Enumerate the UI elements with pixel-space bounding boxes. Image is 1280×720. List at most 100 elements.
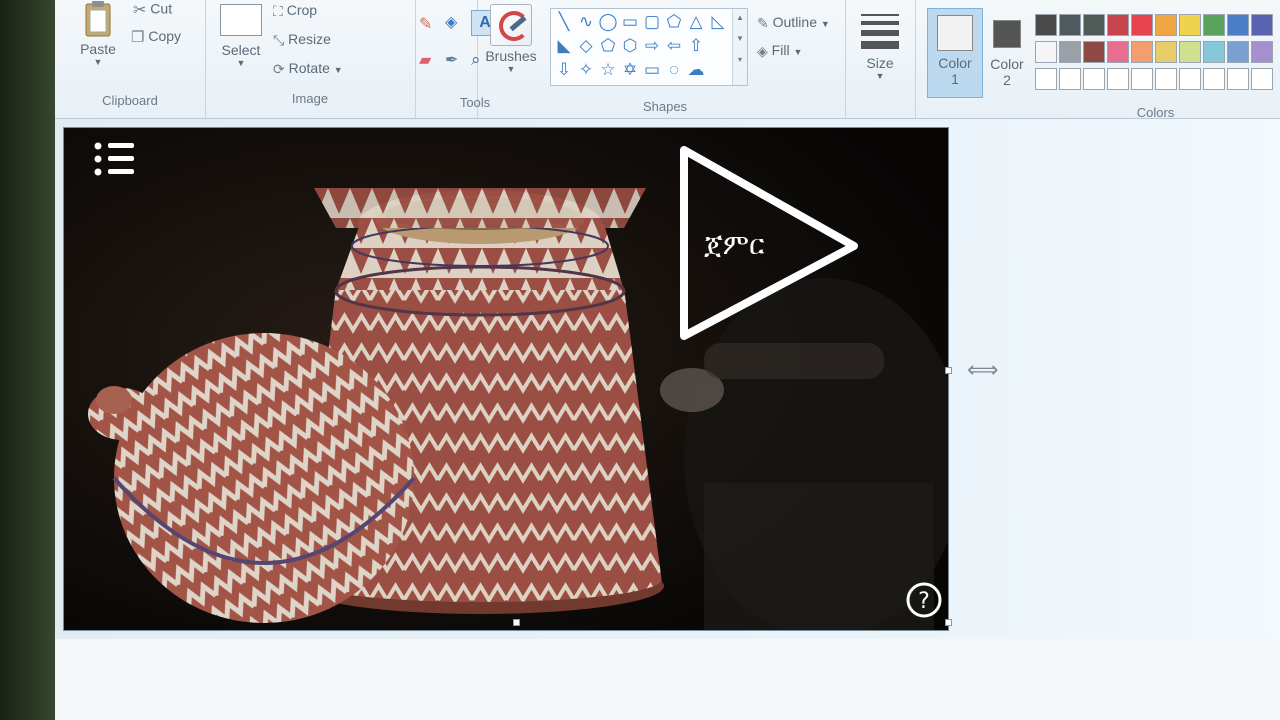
select-button[interactable]: Select ▼: [215, 4, 267, 68]
right-triangle-2-shape-icon[interactable]: ◣: [553, 35, 575, 57]
palette-color-swatch[interactable]: [1203, 68, 1225, 90]
palette-color-swatch[interactable]: [1131, 14, 1153, 36]
five-point-star-shape-icon[interactable]: ☆: [597, 59, 619, 81]
cloud-callout-shape-icon[interactable]: ☁: [685, 59, 707, 81]
rotate-button[interactable]: ⟳ Rotate ▼: [273, 60, 343, 78]
copy-label: Copy: [148, 28, 182, 44]
gallery-expand-icon[interactable]: ▾: [733, 55, 747, 64]
palette-color-swatch[interactable]: [1059, 68, 1081, 90]
palette-color-swatch[interactable]: [1083, 68, 1105, 90]
palette-color-swatch[interactable]: [1107, 41, 1129, 63]
color-picker-icon[interactable]: ✒: [445, 50, 467, 72]
resize-handle-right[interactable]: [945, 367, 952, 374]
palette-color-swatch[interactable]: [1035, 41, 1057, 63]
color1-button[interactable]: Color 1: [927, 8, 983, 98]
eraser-icon[interactable]: ▰: [419, 50, 441, 72]
four-point-star-shape-icon[interactable]: ✧: [575, 59, 597, 81]
rectangle-shape-icon[interactable]: ▭: [619, 11, 641, 33]
resize-handle-corner[interactable]: [945, 619, 952, 626]
brushes-label: Brushes: [485, 48, 537, 64]
outline-dropdown-icon: ▼: [820, 19, 830, 29]
palette-color-swatch[interactable]: [1179, 41, 1201, 63]
resize-handle-bottom[interactable]: [513, 619, 520, 626]
clipboard-group: Paste ▼ ✂ Cut ❐ Copy Clipboard: [55, 0, 206, 118]
cut-label: Cut: [150, 0, 173, 17]
select-label: Select: [221, 42, 261, 58]
palette-color-swatch[interactable]: [1107, 14, 1129, 36]
rounded-rectangle-shape-icon[interactable]: ▢: [641, 11, 663, 33]
color1-label: Color: [938, 55, 972, 71]
polygon-shape-icon[interactable]: ⬠: [663, 11, 685, 33]
palette-color-swatch[interactable]: [1083, 41, 1105, 63]
palette-color-swatch[interactable]: [1155, 68, 1177, 90]
line-shape-icon[interactable]: ╲: [553, 11, 575, 33]
palette-color-swatch[interactable]: [1035, 68, 1057, 90]
size-group: Size ▼: [845, 0, 916, 118]
palette-color-swatch[interactable]: [1155, 14, 1177, 36]
scroll-up-icon[interactable]: ▲: [733, 13, 747, 22]
palette-color-swatch[interactable]: [1131, 41, 1153, 63]
tools-group: ✎ ◈ A ▰ ✒ ⌕ Tools: [415, 0, 499, 118]
shapes-gallery-scrollbar[interactable]: ▲ ▼ ▾: [732, 9, 747, 85]
menu-icon[interactable]: [94, 142, 135, 176]
drawing-canvas[interactable]: ጀምር ?: [63, 127, 949, 631]
oval-callout-shape-icon[interactable]: ◌: [663, 59, 685, 81]
help-glyph: ?: [918, 589, 930, 614]
pencil-icon[interactable]: ✎: [419, 14, 441, 36]
pentagon-shape-icon[interactable]: ⬠: [597, 35, 619, 57]
ribbon: Paste ▼ ✂ Cut ❐ Copy Clipboard Select ▼ …: [55, 0, 1280, 120]
colors-group-label: Colors: [1136, 105, 1175, 120]
crop-button[interactable]: ⛶ Crop: [273, 2, 317, 20]
size-dropdown-icon[interactable]: ▼: [855, 71, 905, 81]
triangle-shape-icon[interactable]: △: [685, 11, 707, 33]
curve-shape-icon[interactable]: ∿: [575, 11, 597, 33]
down-arrow-shape-icon[interactable]: ⇩: [553, 59, 575, 81]
fill-button[interactable]: ◈ Fill ▼: [757, 42, 802, 60]
palette-color-swatch[interactable]: [1179, 68, 1201, 90]
palette-color-swatch[interactable]: [1227, 14, 1249, 36]
palette-color-swatch[interactable]: [1227, 41, 1249, 63]
left-arrow-shape-icon[interactable]: ⇦: [663, 35, 685, 57]
paste-label: Paste: [80, 41, 116, 57]
palette-color-swatch[interactable]: [1227, 68, 1249, 90]
paste-dropdown-icon[interactable]: ▼: [73, 57, 123, 67]
brushes-button[interactable]: Brushes ▼: [481, 4, 541, 74]
palette-color-swatch[interactable]: [1035, 14, 1057, 36]
fill-dropdown-icon: ▼: [793, 47, 803, 57]
cut-button[interactable]: ✂ Cut: [133, 0, 172, 20]
palette-color-swatch[interactable]: [1251, 68, 1273, 90]
crop-icon: ⛶: [273, 2, 283, 19]
fill-bucket-icon[interactable]: ◈: [445, 12, 467, 34]
size-button[interactable]: Size ▼: [855, 14, 905, 81]
diamond-shape-icon[interactable]: ◇: [575, 35, 597, 57]
outline-icon: ✎: [757, 14, 769, 31]
six-point-star-shape-icon[interactable]: ✡: [619, 59, 641, 81]
line-width-icon: [861, 14, 899, 49]
palette-color-swatch[interactable]: [1251, 41, 1273, 63]
fill-icon: ◈: [757, 42, 768, 59]
resize-button[interactable]: ⤡ Resize: [273, 31, 331, 49]
palette-color-swatch[interactable]: [1203, 41, 1225, 63]
palette-color-swatch[interactable]: [1155, 41, 1177, 63]
palette-color-swatch[interactable]: [1059, 41, 1081, 63]
brushes-dropdown-icon[interactable]: ▼: [481, 64, 541, 74]
oval-shape-icon[interactable]: ◯: [597, 11, 619, 33]
palette-color-swatch[interactable]: [1083, 14, 1105, 36]
palette-color-swatch[interactable]: [1251, 14, 1273, 36]
scroll-down-icon[interactable]: ▼: [733, 34, 747, 43]
palette-color-swatch[interactable]: [1179, 14, 1201, 36]
outline-button[interactable]: ✎ Outline ▼: [757, 14, 830, 32]
copy-button[interactable]: ❐ Copy: [131, 28, 181, 46]
palette-color-swatch[interactable]: [1059, 14, 1081, 36]
right-triangle-shape-icon[interactable]: ◺: [707, 11, 729, 33]
hexagon-shape-icon[interactable]: ⬡: [619, 35, 641, 57]
select-dropdown-icon[interactable]: ▼: [215, 58, 267, 68]
palette-color-swatch[interactable]: [1203, 14, 1225, 36]
palette-color-swatch[interactable]: [1107, 68, 1129, 90]
up-arrow-shape-icon[interactable]: ⇧: [685, 35, 707, 57]
paste-button[interactable]: Paste ▼: [73, 0, 123, 67]
color2-button[interactable]: Color 2: [983, 8, 1031, 96]
palette-color-swatch[interactable]: [1131, 68, 1153, 90]
right-arrow-shape-icon[interactable]: ⇨: [641, 35, 663, 57]
rounded-callout-shape-icon[interactable]: ▭: [641, 59, 663, 81]
